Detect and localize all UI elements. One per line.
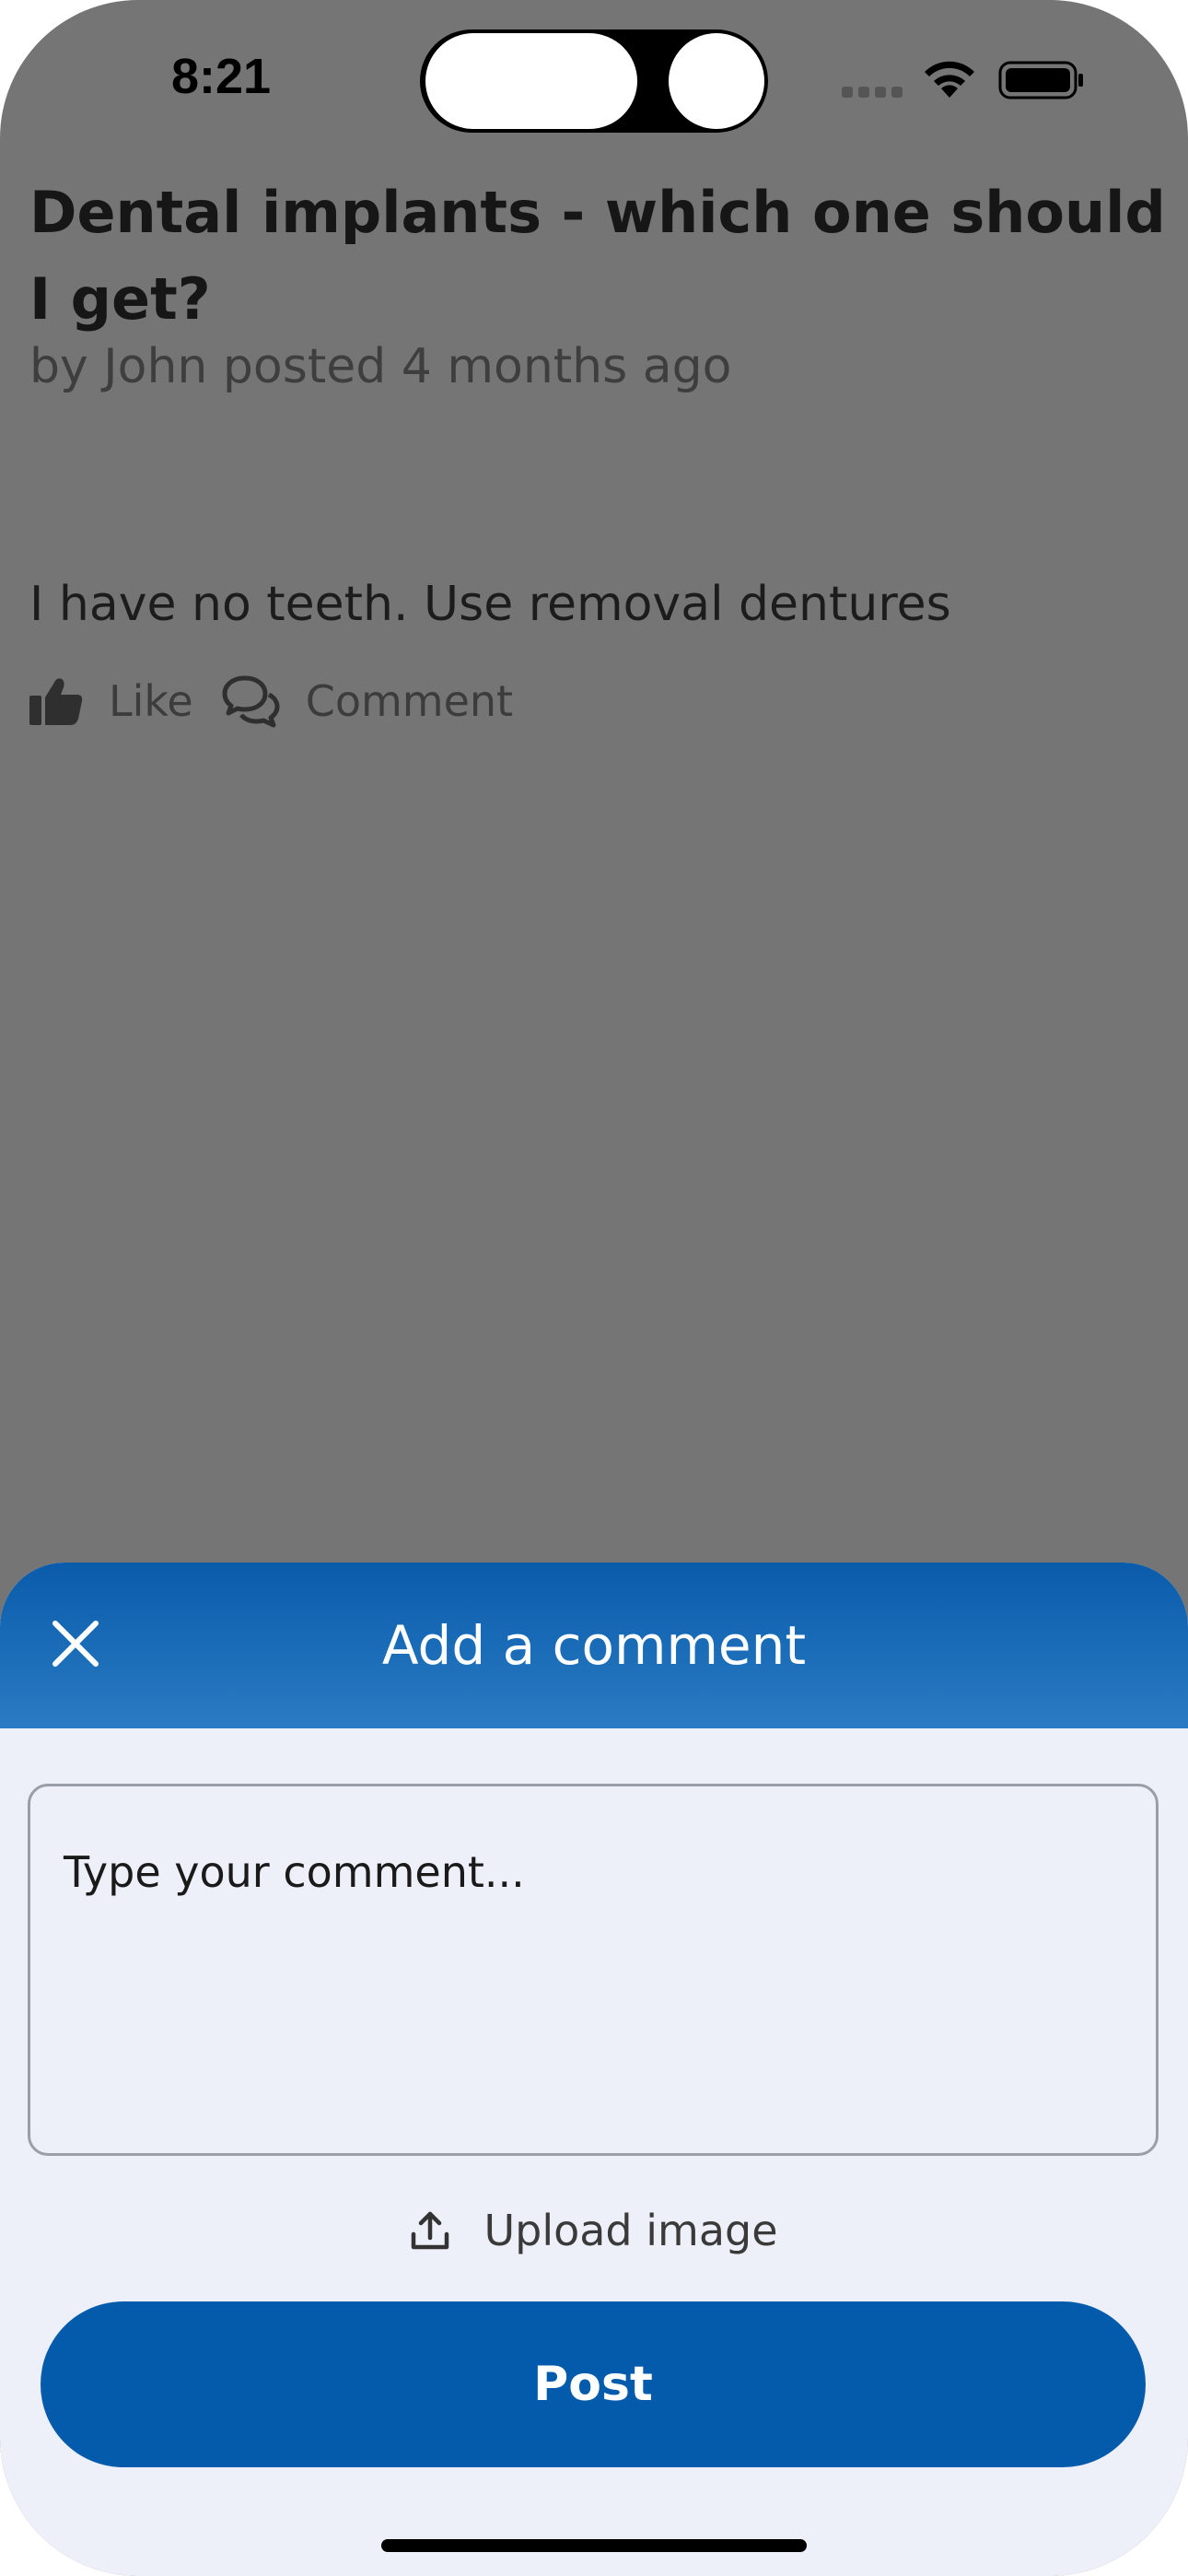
comment-label: Comment [305, 676, 514, 726]
comment-input[interactable] [28, 1784, 1159, 2156]
cellular-signal-icon [842, 87, 903, 98]
like-label: Like [109, 676, 193, 726]
island-pill-right [669, 33, 764, 129]
post-title: Dental implants - which one should I get… [29, 179, 1166, 333]
battery-icon [998, 61, 1083, 100]
thumbs-up-icon [29, 678, 83, 725]
close-button[interactable] [37, 1605, 114, 1682]
upload-image-label: Upload image [483, 2206, 778, 2255]
post-actions: Like Comment [29, 669, 541, 733]
home-indicator[interactable] [381, 2539, 807, 2552]
phone-screen: 8:21 Dental implants - which one should … [0, 0, 1188, 2576]
sheet-title: Add a comment [381, 1614, 807, 1677]
post-meta: by John posted 4 months ago [29, 339, 732, 394]
upload-icon [412, 2211, 449, 2250]
wifi-icon [925, 61, 974, 98]
post-button[interactable]: Post [41, 2301, 1146, 2467]
like-button[interactable]: Like [29, 676, 193, 726]
island-pill-left [425, 33, 637, 129]
comment-button[interactable]: Comment [221, 674, 513, 728]
post-body: I have no teeth. Use removal dentures [29, 577, 951, 632]
add-comment-sheet: Add a comment Upload image Post [0, 1563, 1188, 2576]
upload-image-button[interactable]: Upload image [0, 2189, 1188, 2272]
status-time: 8:21 [171, 49, 272, 104]
comments-icon [222, 675, 280, 728]
close-icon [52, 1621, 99, 1667]
